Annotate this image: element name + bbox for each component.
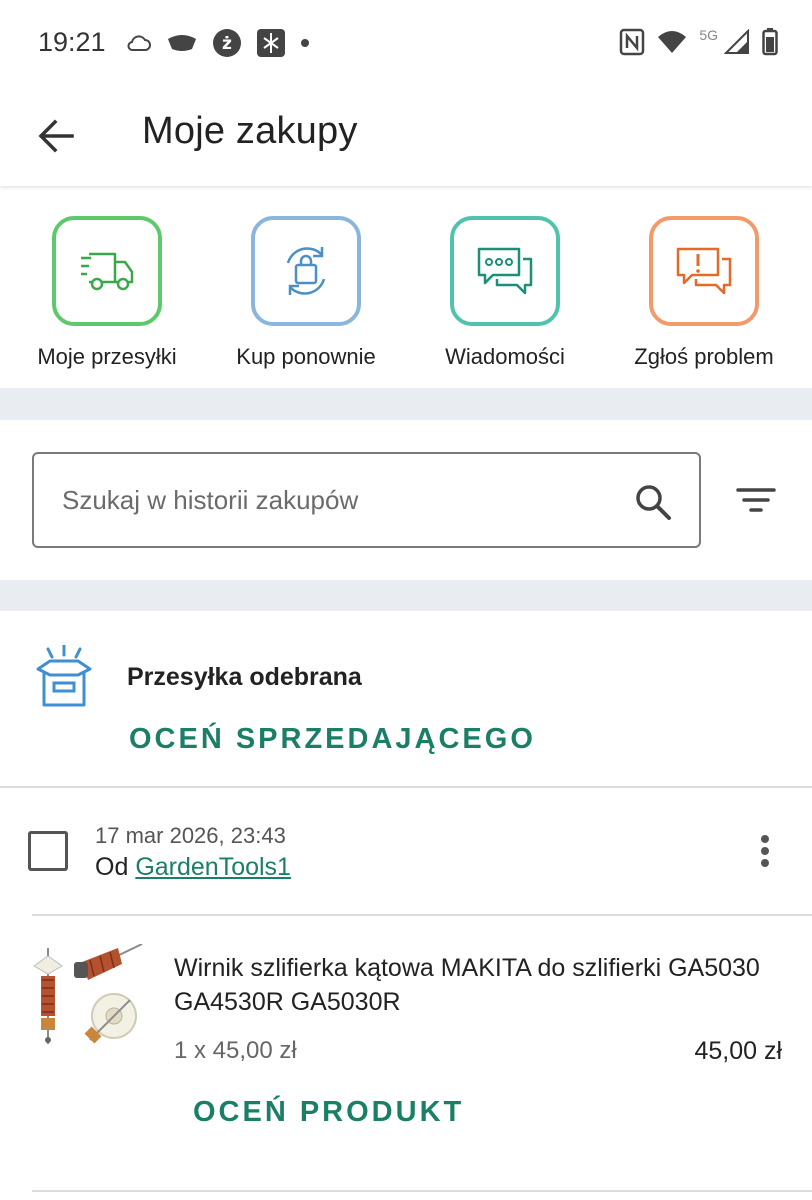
zabka-app-icon: ż [213,29,241,57]
svg-text:ż: ż [222,34,232,54]
product-total-price: 45,00 zł [694,1037,782,1065]
status-notification-icons: ż [126,28,310,58]
product-title[interactable]: Wirnik szlifierka kątowa MAKITA do szlif… [174,951,774,1019]
notification-dot-icon [301,39,309,47]
page-title: Moje zakupy [142,110,358,152]
divider [32,914,812,916]
search-section [0,420,812,580]
delivered-box-icon [36,645,92,707]
nfc-icon [620,28,645,56]
messages-button[interactable]: Wiadomości [405,216,605,370]
quick-actions: Moje przesyłki Kup ponownie Wiadomości Z… [0,186,812,388]
my-shipments-button[interactable]: Moje przesyłki [7,216,207,370]
messages-tile [450,216,560,326]
divider [0,786,812,788]
cloud-icon [127,35,151,51]
more-options-button[interactable] [748,831,782,871]
buy-again-button[interactable]: Kup ponownie [206,216,406,370]
filter-icon[interactable] [734,482,778,518]
my-shipments-label: Moje przesyłki [37,344,177,369]
more-vert-icon [761,835,769,843]
sync-app-icon [257,29,285,57]
chat-icon [477,247,533,295]
report-problem-label: Zgłoś problem [634,344,774,369]
order-card: Przesyłka odebrana OCEŃ SPRZEDAJĄCEGO 17… [0,611,812,1200]
signal-icon [724,29,749,54]
section-separator [0,580,812,611]
order-checkbox[interactable] [28,831,68,871]
buy-again-tile [251,216,361,326]
seller-link[interactable]: GardenTools1 [135,853,291,881]
battery-icon [762,28,778,56]
truck-icon [81,252,134,291]
rate-seller-button[interactable]: OCEŃ SPRZEDAJĄCEGO [129,723,536,756]
search-input[interactable] [62,454,622,546]
status-system-icons: 5G [619,27,778,56]
my-shipments-tile [52,216,162,326]
seller-prefix: Od [95,853,129,881]
messages-label: Wiadomości [445,344,565,369]
seller-line: Od GardenTools1 [95,853,291,882]
status-bar: 19:21 ż 5G [0,0,812,88]
wifi-icon [658,31,687,53]
buy-again-label: Kup ponownie [236,344,376,369]
report-problem-tile [649,216,759,326]
report-problem-button[interactable]: Zgłoś problem [604,216,804,370]
product-image[interactable] [30,944,144,1048]
divider [32,1190,812,1192]
rebuy-bag-icon [286,247,326,295]
section-separator [0,388,812,420]
back-button[interactable] [30,110,82,162]
status-time: 19:21 [38,27,106,57]
order-date: 17 mar 2026, 23:43 [95,823,286,848]
rate-product-button[interactable]: OCEŃ PRODUKT [193,1096,464,1129]
arrow-back-icon [38,119,74,153]
shipment-status: Przesyłka odebrana [127,663,362,691]
app-bar: Moje zakupy [0,88,812,186]
search-icon[interactable] [633,482,673,522]
product-quantity-price: 1 x 45,00 zł [174,1037,297,1064]
search-box [32,452,701,548]
network-type-label: 5G [699,27,718,43]
report-problem-icon [676,247,732,295]
wear-icon [168,35,196,51]
